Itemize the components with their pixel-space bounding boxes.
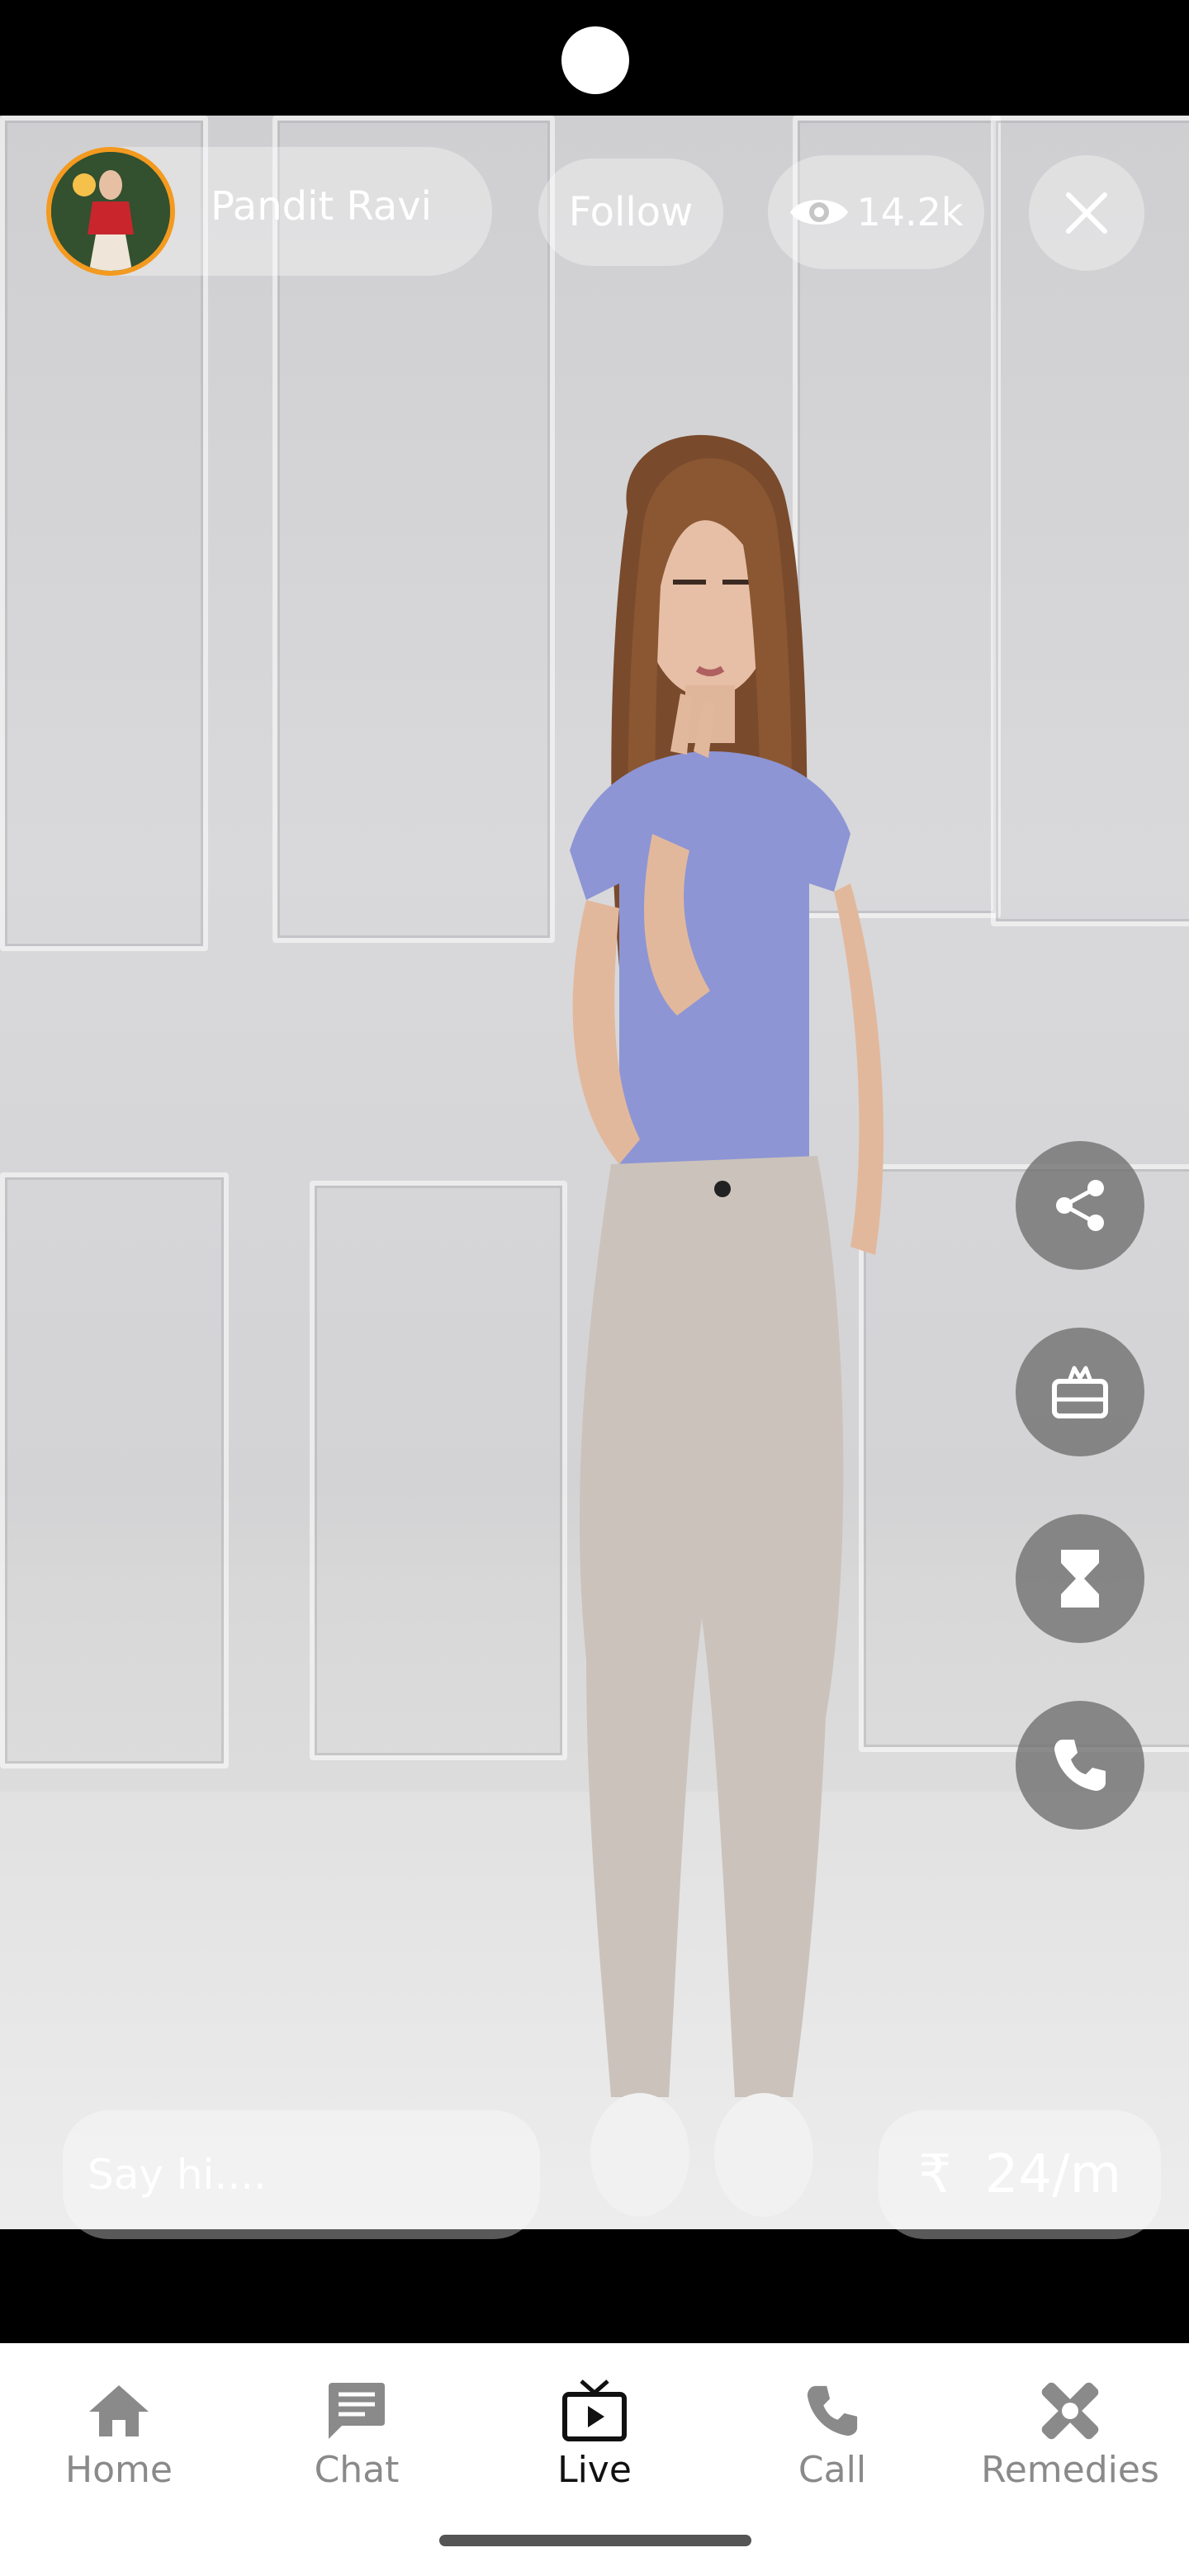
viewer-count: 14.2k — [856, 190, 964, 234]
call-button[interactable] — [1016, 1701, 1144, 1830]
viewer-count-badge: 14.2k — [768, 155, 984, 269]
host-name[interactable]: Pandit Ravi — [211, 183, 432, 230]
status-bar — [0, 0, 1189, 116]
home-indicator[interactable] — [439, 2535, 751, 2546]
rupee-icon: ₹ — [917, 2144, 952, 2205]
nav-label-home: Home — [65, 2449, 173, 2491]
rate-value: 24/m — [984, 2144, 1122, 2205]
live-tv-icon — [562, 2379, 627, 2441]
camera-cutout — [561, 26, 629, 94]
message-input[interactable]: Say hi.... — [63, 2110, 540, 2239]
chat-icon — [329, 2383, 385, 2439]
nav-item-call[interactable]: Call — [733, 2373, 931, 2491]
rate-badge: ₹ 24/m — [879, 2110, 1161, 2239]
nav-item-remedies[interactable]: Remedies — [971, 2373, 1169, 2491]
hourglass-icon — [1061, 1550, 1099, 1608]
phone-icon — [807, 2385, 858, 2436]
gift-icon — [1052, 1366, 1108, 1418]
nav-item-chat[interactable]: Chat — [258, 2373, 456, 2491]
home-icon — [89, 2385, 149, 2436]
share-button[interactable] — [1016, 1141, 1144, 1270]
nav-label-chat: Chat — [314, 2449, 400, 2491]
nav-label-live: Live — [557, 2449, 632, 2491]
nav-item-live[interactable]: Live — [495, 2373, 694, 2491]
close-icon — [1066, 192, 1107, 234]
timer-button[interactable] — [1016, 1514, 1144, 1643]
phone-icon — [1054, 1740, 1106, 1791]
nav-item-home[interactable]: Home — [20, 2373, 218, 2491]
bandage-icon — [1041, 2382, 1099, 2440]
nav-label-call: Call — [798, 2449, 867, 2491]
eye-icon — [790, 200, 849, 225]
streamer-figure — [570, 434, 883, 2217]
nav-label-remedies: Remedies — [981, 2449, 1159, 2491]
gift-button[interactable] — [1016, 1328, 1144, 1456]
close-button[interactable] — [1029, 155, 1144, 271]
avatar-image — [51, 152, 170, 271]
share-icon — [1056, 1180, 1104, 1231]
follow-button[interactable]: Follow — [538, 159, 723, 266]
live-video — [0, 116, 1189, 2229]
message-placeholder: Say hi.... — [88, 2151, 268, 2199]
host-avatar[interactable] — [46, 147, 175, 276]
